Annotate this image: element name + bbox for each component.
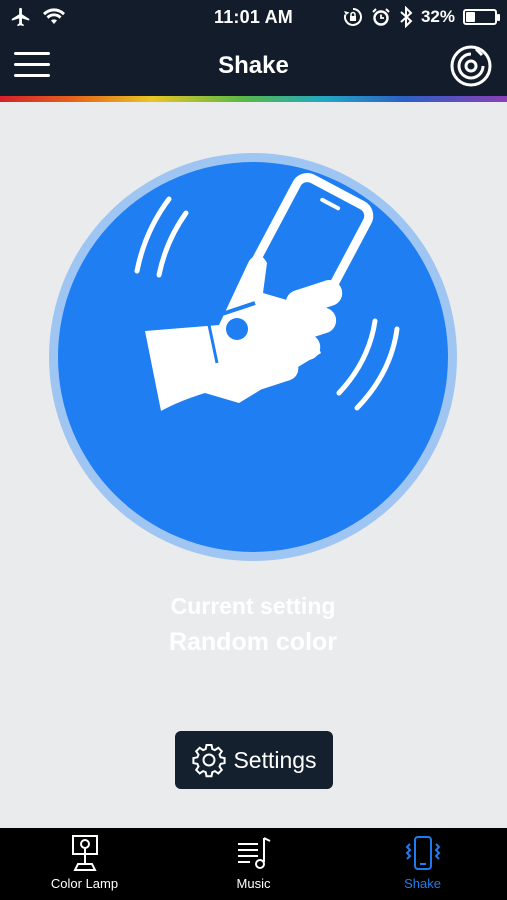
tab-label-music: Music	[236, 876, 271, 891]
shake-illustration[interactable]: Current setting Random color	[49, 153, 457, 656]
tab-shake[interactable]: Shake	[338, 828, 507, 900]
current-setting-value: Random color	[168, 628, 338, 656]
gear-icon	[192, 744, 227, 778]
tab-music[interactable]: Music	[169, 828, 338, 900]
settings-button[interactable]: Settings	[175, 731, 333, 789]
battery-percent: 32%	[420, 7, 455, 26]
status-right-icons: 32%	[343, 6, 500, 28]
bluetooth-icon	[400, 6, 413, 28]
status-bar: 11:01 AM 32%	[0, 0, 507, 36]
rainbow-divider	[0, 96, 507, 102]
battery-icon	[463, 9, 500, 25]
app-screen: 11:01 AM 32% Shake Current setting Rando…	[0, 0, 507, 900]
nav-bar: Shake	[0, 36, 507, 96]
tab-bar: Color Lamp Music Shake	[0, 828, 507, 900]
tab-label-color-lamp: Color Lamp	[50, 876, 119, 891]
shake-circle-graphic	[49, 153, 457, 561]
current-setting-label: Current setting	[170, 593, 336, 619]
settings-button-label: Settings	[233, 746, 317, 773]
device-button[interactable]	[449, 44, 493, 88]
battery-fill	[466, 12, 475, 22]
lamp-icon	[71, 835, 98, 871]
alarm-icon	[372, 8, 390, 26]
orientation-lock-icon	[343, 8, 362, 26]
device-disc-icon	[450, 45, 492, 87]
tab-label-shake: Shake	[404, 876, 441, 891]
music-note-icon	[237, 837, 270, 869]
shake-phone-icon	[405, 836, 440, 870]
page-title: Shake	[218, 52, 289, 79]
tab-color-lamp[interactable]: Color Lamp	[0, 828, 169, 900]
